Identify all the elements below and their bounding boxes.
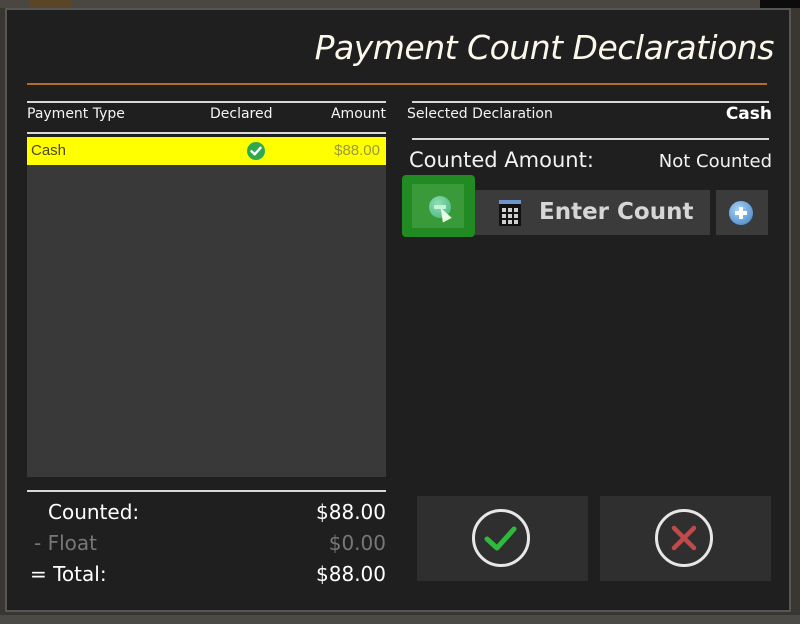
declaration-header-divider bbox=[412, 138, 769, 140]
confirm-button[interactable] bbox=[417, 496, 588, 581]
x-icon bbox=[671, 525, 697, 551]
enter-count-label: Enter Count bbox=[539, 199, 694, 225]
decrease-count-button[interactable] bbox=[402, 175, 475, 237]
counted-summary-value: $88.00 bbox=[316, 500, 386, 524]
payment-type-cell: Cash bbox=[31, 142, 67, 159]
background-window-bottom bbox=[0, 615, 800, 624]
decrease-button-face bbox=[412, 184, 464, 228]
counted-amount-value: Not Counted bbox=[658, 151, 772, 172]
summary-divider bbox=[27, 490, 386, 492]
total-summary-label: = Total: bbox=[30, 562, 107, 586]
counted-summary-label: Counted: bbox=[48, 500, 140, 524]
increase-count-button[interactable] bbox=[716, 190, 768, 235]
payment-list[interactable] bbox=[27, 137, 386, 477]
title-divider bbox=[27, 83, 767, 85]
calculator-icon bbox=[499, 200, 521, 226]
confirm-circle bbox=[472, 509, 530, 567]
list-header-divider bbox=[27, 132, 386, 134]
selected-declaration-value: Cash bbox=[725, 104, 772, 124]
enter-count-button[interactable]: Enter Count bbox=[475, 190, 710, 235]
total-summary-value: $88.00 bbox=[316, 562, 386, 586]
column-header-declared: Declared bbox=[210, 106, 273, 122]
dialog-title: Payment Count Declarations bbox=[314, 28, 775, 67]
cancel-circle bbox=[655, 509, 713, 567]
background-window-top bbox=[0, 0, 800, 8]
float-summary-value: $0.00 bbox=[328, 531, 386, 555]
declaration-top-divider bbox=[412, 101, 769, 103]
list-top-divider bbox=[27, 101, 386, 103]
cancel-button[interactable] bbox=[600, 496, 771, 581]
column-header-amount: Amount bbox=[330, 106, 386, 122]
checkmark-icon bbox=[484, 526, 517, 551]
column-header-payment-type: Payment Type bbox=[27, 106, 125, 122]
selected-declaration-label: Selected Declaration bbox=[407, 106, 553, 122]
check-circle-icon bbox=[247, 142, 265, 160]
plus-circle-icon bbox=[729, 201, 753, 225]
amount-cell: $88.00 bbox=[334, 142, 380, 159]
table-row[interactable]: Cash $88.00 bbox=[27, 137, 386, 165]
float-summary-label: - Float bbox=[34, 531, 97, 555]
counted-amount-label: Counted Amount: bbox=[409, 148, 594, 172]
